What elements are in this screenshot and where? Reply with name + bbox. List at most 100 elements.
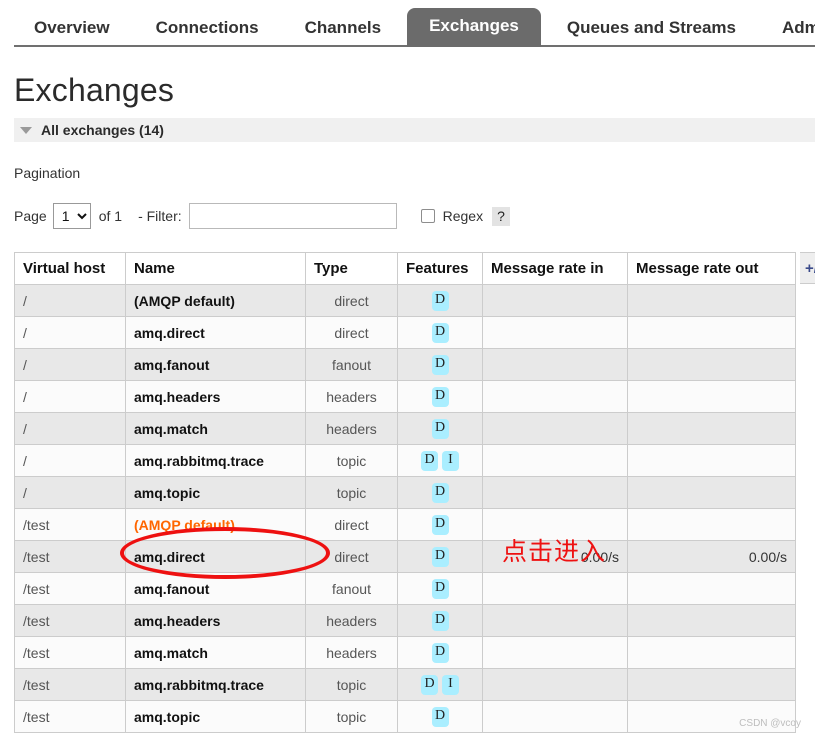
chevron-down-icon	[20, 127, 32, 134]
regex-label: Regex	[443, 208, 483, 224]
cell-name[interactable]: amq.fanout	[126, 349, 306, 381]
cell-virtual-host: /	[15, 445, 126, 477]
column-header-type[interactable]: Type	[306, 253, 398, 285]
cell-message-rate-out: 0.00/s	[628, 541, 796, 573]
cell-virtual-host: /test	[15, 701, 126, 733]
annotation-callout-text: 点击进入	[502, 532, 606, 568]
cell-features: D	[398, 413, 483, 445]
cell-features: D	[398, 317, 483, 349]
cell-features: D	[398, 349, 483, 381]
cell-name[interactable]: (AMQP default)	[126, 285, 306, 317]
cell-name[interactable]: amq.headers	[126, 605, 306, 637]
cell-message-rate-in	[483, 669, 628, 701]
column-header-message-rate-in[interactable]: Message rate in	[483, 253, 628, 285]
table-row[interactable]: /testamq.fanoutfanoutD	[15, 573, 796, 605]
cell-features: D	[398, 573, 483, 605]
cell-message-rate-in	[483, 445, 628, 477]
exchange-name-link[interactable]: (AMQP default)	[126, 509, 306, 541]
tab-queues-and-streams[interactable]: Queues and Streams	[547, 12, 756, 47]
filter-input[interactable]	[189, 203, 397, 229]
cell-type: direct	[306, 317, 398, 349]
cell-features: DI	[398, 669, 483, 701]
tab-admin[interactable]: Adm	[762, 12, 815, 47]
feature-badge-d-icon: D	[432, 323, 449, 343]
pagination-section-label: Pagination	[14, 165, 815, 181]
table-row[interactable]: /amq.directdirectD	[15, 317, 796, 349]
cell-type: direct	[306, 285, 398, 317]
cell-message-rate-out	[628, 445, 796, 477]
all-exchanges-label: All exchanges (14)	[41, 122, 164, 138]
table-header: Virtual host Name Type Features Message …	[15, 253, 796, 285]
cell-type: topic	[306, 669, 398, 701]
table-row[interactable]: /testamq.topictopicD	[15, 701, 796, 733]
table-row[interactable]: /amq.rabbitmq.tracetopicDI	[15, 445, 796, 477]
cell-features: D	[398, 701, 483, 733]
cell-virtual-host: /test	[15, 541, 126, 573]
regex-help-button[interactable]: ?	[492, 207, 510, 226]
cell-message-rate-out	[628, 605, 796, 637]
table-row[interactable]: /testamq.headersheadersD	[15, 605, 796, 637]
cell-name[interactable]: amq.rabbitmq.trace	[126, 445, 306, 477]
table-row[interactable]: /amq.topictopicD	[15, 477, 796, 509]
table-row[interactable]: /amq.matchheadersD	[15, 413, 796, 445]
cell-message-rate-in	[483, 349, 628, 381]
cell-name[interactable]: amq.fanout	[126, 573, 306, 605]
cell-type: fanout	[306, 349, 398, 381]
cell-message-rate-in	[483, 285, 628, 317]
cell-name[interactable]: amq.match	[126, 413, 306, 445]
table-row[interactable]: /(AMQP default)directD	[15, 285, 796, 317]
main-navigation: Overview Connections Channels Exchanges …	[0, 0, 815, 47]
table-row[interactable]: /testamq.directdirectD0.00/s0.00/s	[15, 541, 796, 573]
cell-name[interactable]: amq.rabbitmq.trace	[126, 669, 306, 701]
filter-label: - Filter:	[138, 208, 182, 224]
column-header-name[interactable]: Name	[126, 253, 306, 285]
cell-name[interactable]: amq.topic	[126, 477, 306, 509]
cell-message-rate-out	[628, 381, 796, 413]
exchanges-table-container: +/- Virtual host Name Type Features Mess…	[14, 252, 800, 733]
tab-channels[interactable]: Channels	[285, 12, 402, 47]
cell-virtual-host: /	[15, 413, 126, 445]
cell-name[interactable]: amq.match	[126, 637, 306, 669]
all-exchanges-collapse-bar[interactable]: All exchanges (14)	[14, 118, 815, 142]
column-header-features[interactable]: Features	[398, 253, 483, 285]
cell-message-rate-out	[628, 285, 796, 317]
pagination-controls: Page 1 of 1 - Filter: Regex ?	[14, 203, 815, 229]
cell-name[interactable]: amq.direct	[126, 541, 306, 573]
cell-message-rate-out	[628, 477, 796, 509]
table-row[interactable]: /testamq.rabbitmq.tracetopicDI	[15, 669, 796, 701]
cell-virtual-host: /test	[15, 509, 126, 541]
cell-features: D	[398, 285, 483, 317]
cell-name[interactable]: amq.direct	[126, 317, 306, 349]
column-header-message-rate-out[interactable]: Message rate out	[628, 253, 796, 285]
cell-name[interactable]: amq.topic	[126, 701, 306, 733]
cell-features: D	[398, 541, 483, 573]
cell-virtual-host: /	[15, 349, 126, 381]
table-row[interactable]: /testamq.matchheadersD	[15, 637, 796, 669]
cell-message-rate-out	[628, 413, 796, 445]
cell-virtual-host: /	[15, 477, 126, 509]
regex-checkbox[interactable]	[421, 209, 435, 223]
column-toggle-button[interactable]: +/-	[800, 252, 815, 284]
feature-badge-d-icon: D	[432, 707, 449, 727]
tab-overview[interactable]: Overview	[14, 12, 130, 47]
cell-name[interactable]: amq.headers	[126, 381, 306, 413]
table-body: /(AMQP default)directD/amq.directdirectD…	[15, 285, 796, 733]
table-row[interactable]: /amq.headersheadersD	[15, 381, 796, 413]
tab-exchanges[interactable]: Exchanges	[407, 8, 541, 47]
feature-badge-i-icon: I	[442, 451, 459, 471]
cell-message-rate-out	[628, 573, 796, 605]
cell-message-rate-out	[628, 317, 796, 349]
watermark: CSDN @vcoy	[739, 718, 801, 729]
tab-connections[interactable]: Connections	[136, 12, 279, 47]
cell-message-rate-in	[483, 381, 628, 413]
exchanges-table: Virtual host Name Type Features Message …	[14, 252, 796, 733]
cell-type: topic	[306, 445, 398, 477]
feature-badge-d-icon: D	[432, 355, 449, 375]
column-header-virtual-host[interactable]: Virtual host	[15, 253, 126, 285]
table-row[interactable]: /test(AMQP default)directD	[15, 509, 796, 541]
table-row[interactable]: /amq.fanoutfanout D	[15, 349, 796, 381]
page-title: Exchanges	[14, 72, 815, 109]
page-select[interactable]: 1	[53, 203, 91, 229]
cell-message-rate-in	[483, 413, 628, 445]
cell-message-rate-in	[483, 317, 628, 349]
